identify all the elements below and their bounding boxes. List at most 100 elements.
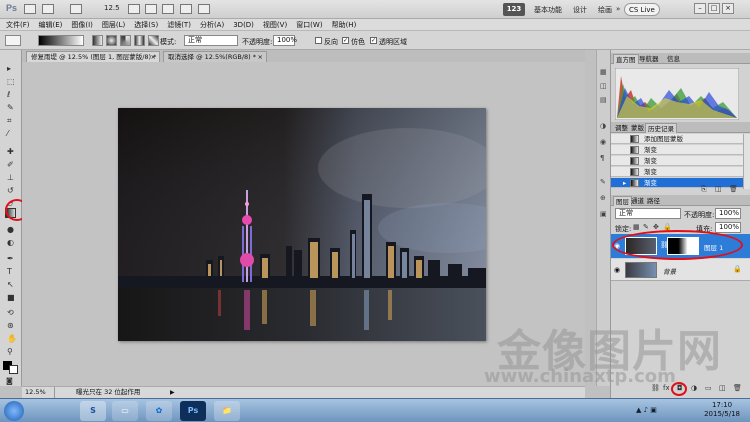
lasso-tool-icon[interactable]: ℓ bbox=[7, 90, 10, 99]
new-snapshot-icon[interactable]: ◫ bbox=[715, 185, 722, 193]
move-tool-icon[interactable]: ▸ bbox=[7, 64, 11, 73]
layer-style-icon[interactable]: fx bbox=[663, 384, 670, 392]
opacity-input[interactable]: 100% bbox=[273, 35, 297, 46]
blend-mode-select[interactable]: 正常 bbox=[615, 208, 681, 219]
link-layers-icon[interactable]: ⛓ bbox=[651, 384, 660, 392]
linear-gradient-icon[interactable] bbox=[92, 35, 103, 46]
tab-masks[interactable]: 蒙版 bbox=[629, 123, 646, 133]
histogram-panel-icon[interactable]: ▦ bbox=[600, 68, 607, 76]
history-item-selected[interactable]: ▸ 渐变 bbox=[611, 178, 743, 188]
shape-tool-icon[interactable]: ■ bbox=[7, 293, 15, 302]
menu-edit[interactable]: 编辑(E) bbox=[39, 19, 63, 30]
layer-row-selected[interactable]: ◉ ⛓ 图层 1 bbox=[611, 234, 750, 258]
workspace-design[interactable]: 设计 bbox=[573, 5, 587, 15]
brush-panel-icon[interactable]: ✎ bbox=[600, 178, 606, 186]
start-button[interactable] bbox=[4, 401, 24, 421]
color-panel-icon[interactable]: ◫ bbox=[600, 82, 607, 90]
taskbar-clock[interactable]: 17:10 2015/5/18 bbox=[704, 401, 740, 419]
tab-paths[interactable]: 路径 bbox=[645, 196, 662, 206]
taskbar-app-window-icon[interactable]: ▭ bbox=[112, 401, 138, 421]
reverse-checkbox[interactable] bbox=[315, 37, 322, 44]
quick-mask-icon[interactable]: ◙ bbox=[6, 377, 13, 386]
crop-tool-icon[interactable]: ⌗ bbox=[7, 116, 12, 125]
transparency-checkbox[interactable]: ✓ bbox=[370, 37, 377, 44]
close-button[interactable]: × bbox=[722, 3, 734, 14]
history-item[interactable]: 添加图层蒙版 bbox=[611, 134, 743, 144]
brush-tool-icon[interactable]: ✐ bbox=[7, 160, 14, 169]
lock-transparency-icon[interactable]: ▦ bbox=[633, 223, 640, 231]
mask-panel-icon[interactable]: ◉ bbox=[600, 138, 606, 146]
add-layer-mask-icon[interactable]: ◘ bbox=[677, 384, 683, 392]
zoom-level-display[interactable]: 12.5 bbox=[104, 4, 120, 12]
new-document-from-state-icon[interactable]: ⎘ bbox=[701, 185, 707, 194]
mode-select[interactable]: 正常 bbox=[184, 35, 238, 46]
zoom-tool-icon[interactable] bbox=[145, 4, 157, 14]
path-selection-tool-icon[interactable]: ↖ bbox=[7, 280, 14, 289]
hand-tool-icon[interactable] bbox=[128, 4, 140, 14]
taskbar-explorer-icon[interactable]: 📁 bbox=[214, 401, 240, 421]
history-item[interactable]: 渐变 bbox=[611, 167, 743, 177]
canvas-area[interactable] bbox=[22, 62, 585, 386]
city-night-photo[interactable] bbox=[118, 108, 486, 341]
tab-info[interactable]: 信息 bbox=[665, 54, 682, 64]
gradient-tool-icon[interactable] bbox=[5, 208, 16, 218]
history-brush-tool-icon[interactable]: ↺ bbox=[7, 186, 14, 195]
clone-source-panel-icon[interactable]: ⊕ bbox=[600, 194, 606, 202]
screen-mode-icon[interactable] bbox=[198, 4, 210, 14]
tab-document-2[interactable]: 取消选择 @ 12.5%(RGB/8) * × bbox=[163, 51, 267, 62]
eyedropper-tool-icon[interactable]: ⁄ bbox=[7, 129, 8, 138]
lock-all-icon[interactable]: 🔒 bbox=[663, 223, 672, 231]
radial-gradient-icon[interactable] bbox=[106, 35, 117, 46]
layer-name[interactable]: 背景 bbox=[663, 266, 676, 276]
tab-navigator[interactable]: 导航器 bbox=[637, 54, 661, 64]
3d-rotate-tool-icon[interactable]: ⟲ bbox=[7, 308, 14, 317]
workspace-painting[interactable]: 绘画 bbox=[598, 5, 612, 15]
minibridge-icon[interactable] bbox=[42, 4, 54, 14]
3d-camera-tool-icon[interactable]: ⊛ bbox=[7, 321, 14, 330]
tab-channels[interactable]: 通道 bbox=[629, 196, 646, 206]
history-scrollbar[interactable] bbox=[743, 134, 750, 189]
menu-filter[interactable]: 滤镜(T) bbox=[167, 19, 191, 30]
layer-row[interactable]: ◉ 背景 🔒 bbox=[611, 259, 750, 281]
diamond-gradient-icon[interactable] bbox=[148, 35, 159, 46]
gradient-picker[interactable] bbox=[38, 35, 84, 46]
marquee-tool-icon[interactable]: ⬚ bbox=[7, 77, 15, 86]
workspace-more[interactable]: » bbox=[616, 5, 620, 13]
layer-name[interactable]: 图层 1 bbox=[704, 242, 723, 252]
menu-layer[interactable]: 图层(L) bbox=[102, 19, 125, 30]
delete-state-icon[interactable]: 🗑 bbox=[729, 185, 738, 193]
fill-input[interactable]: 100% bbox=[715, 222, 741, 233]
tab-histogram[interactable]: 直方图 bbox=[613, 54, 639, 64]
taskbar-photoshop-icon[interactable]: Ps bbox=[180, 401, 206, 421]
new-layer-icon[interactable]: ◫ bbox=[719, 384, 726, 392]
adjustments-panel-icon[interactable]: ◑ bbox=[600, 122, 606, 130]
new-group-icon[interactable]: ▭ bbox=[705, 384, 712, 392]
angle-gradient-icon[interactable] bbox=[120, 35, 131, 46]
lock-image-icon[interactable]: ✎ bbox=[643, 223, 649, 231]
menu-3d[interactable]: 3D(D) bbox=[233, 19, 254, 30]
hand-tool-icon[interactable]: ✋ bbox=[7, 334, 17, 343]
taskbar-app-s-icon[interactable]: S bbox=[80, 401, 106, 421]
status-zoom[interactable]: 12.5% bbox=[25, 387, 55, 398]
history-item[interactable]: 渐变 bbox=[611, 156, 743, 166]
minimize-button[interactable]: – bbox=[694, 3, 706, 14]
dodge-tool-icon[interactable]: ◐ bbox=[7, 238, 14, 247]
workspace-badge[interactable]: 123 bbox=[503, 3, 525, 16]
history-item[interactable]: 渐变 bbox=[611, 145, 743, 155]
layer-opacity-input[interactable]: 100% bbox=[715, 208, 741, 219]
bridge-icon[interactable] bbox=[24, 4, 36, 14]
menu-help[interactable]: 帮助(H) bbox=[332, 19, 357, 30]
blur-tool-icon[interactable]: ● bbox=[7, 225, 14, 234]
swatches-panel-icon[interactable]: ▤ bbox=[600, 96, 607, 104]
workspace-essentials[interactable]: 基本功能 bbox=[534, 5, 562, 15]
quick-select-tool-icon[interactable]: ✎ bbox=[7, 103, 14, 112]
pen-tool-icon[interactable]: ✒ bbox=[7, 254, 14, 263]
tab-adjustments[interactable]: 调整 bbox=[613, 123, 630, 133]
cs-live-button[interactable]: CS Live bbox=[624, 3, 660, 16]
maximize-button[interactable]: □ bbox=[708, 3, 720, 14]
menu-image[interactable]: 图像(I) bbox=[71, 19, 93, 30]
tool-presets-panel-icon[interactable]: ▣ bbox=[600, 210, 607, 218]
menu-analysis[interactable]: 分析(A) bbox=[200, 19, 224, 30]
arrange-documents-icon[interactable] bbox=[180, 4, 192, 14]
rotate-view-icon[interactable] bbox=[162, 4, 174, 14]
